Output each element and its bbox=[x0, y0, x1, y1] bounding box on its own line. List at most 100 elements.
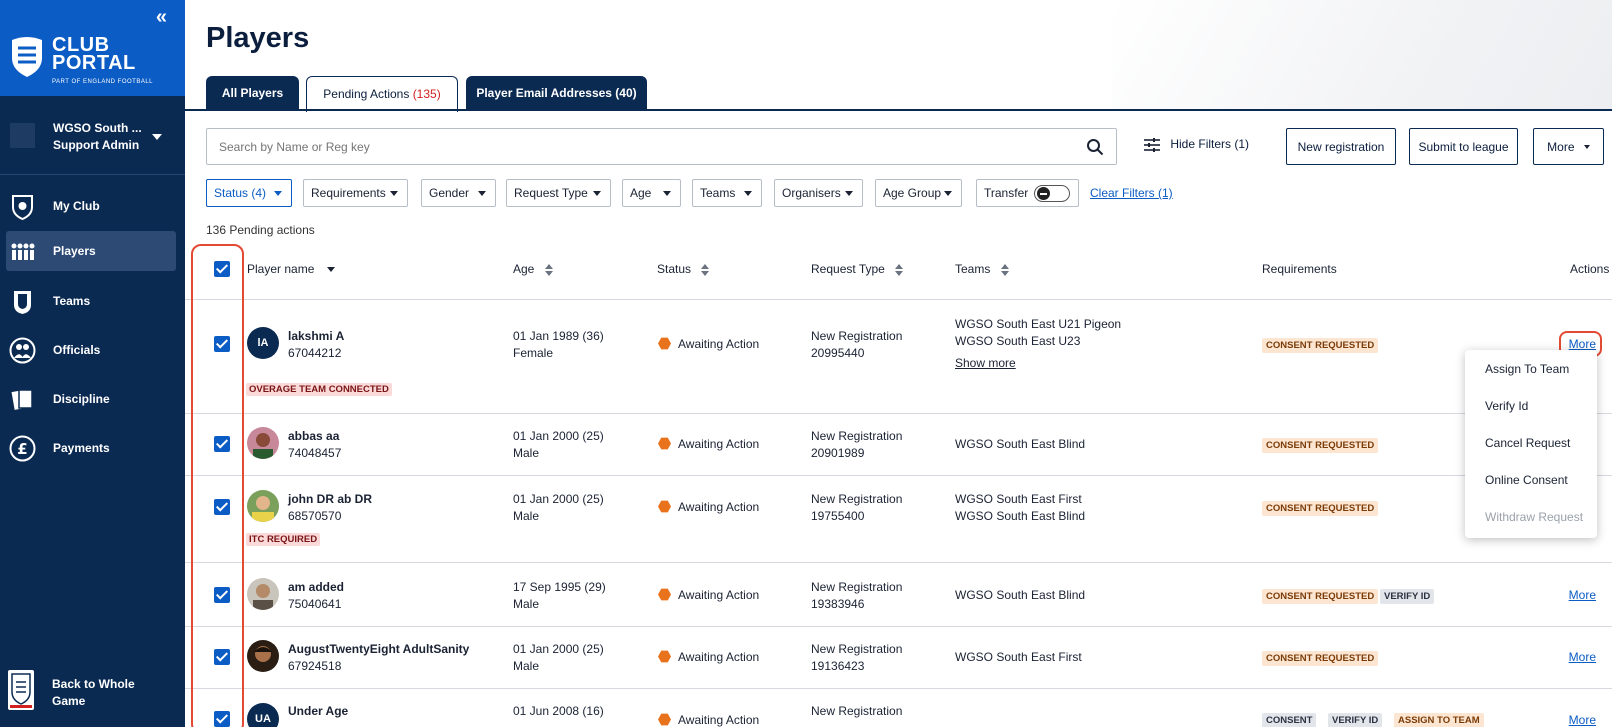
sidebar-item-teams[interactable]: Teams bbox=[6, 281, 176, 321]
menu-item-verify-id[interactable]: Verify Id bbox=[1485, 399, 1528, 413]
consent-requested-badge: CONSENT REQUESTED bbox=[1262, 651, 1379, 666]
filter-request-type[interactable]: Request Type bbox=[506, 179, 611, 207]
player-gender: Male bbox=[513, 509, 540, 523]
filter-gender[interactable]: Gender bbox=[421, 179, 496, 207]
collapse-sidebar-icon[interactable]: « bbox=[156, 6, 167, 29]
new-registration-button[interactable]: New registration bbox=[1286, 128, 1396, 165]
fa-crest-icon bbox=[8, 670, 34, 710]
avatar bbox=[247, 490, 279, 522]
status-text: Awaiting Action bbox=[678, 588, 760, 602]
filter-sliders-icon bbox=[1144, 138, 1160, 152]
sidebar-item-discipline[interactable]: Discipline bbox=[6, 379, 176, 419]
player-dob: 01 Jan 2000 (25) bbox=[513, 492, 604, 506]
status-text: Awaiting Action bbox=[678, 650, 760, 664]
player-id: 75040641 bbox=[288, 597, 342, 611]
column-header-player-name[interactable]: Player name bbox=[247, 262, 335, 276]
org-switcher[interactable]: WGSO South ... Support Admin bbox=[0, 113, 185, 163]
back-to-whole-game-link[interactable]: Back to Whole Game bbox=[0, 666, 185, 721]
chevron-down-icon bbox=[390, 191, 398, 196]
pending-actions-count: 136 Pending actions bbox=[206, 223, 315, 237]
player-dob: 01 Jun 2008 (16) bbox=[513, 704, 604, 718]
player-name[interactable]: am added bbox=[288, 580, 344, 594]
filter-requirements[interactable]: Requirements bbox=[303, 179, 408, 207]
sidebar-item-officials[interactable]: Officials bbox=[6, 330, 176, 370]
row-checkbox[interactable] bbox=[214, 436, 230, 452]
status-hexagon-icon bbox=[658, 337, 671, 350]
player-dob: 01 Jan 2000 (25) bbox=[513, 429, 604, 443]
row-more-link[interactable]: More bbox=[1569, 588, 1596, 602]
column-header-status[interactable]: Status bbox=[657, 262, 710, 276]
request-id: 20901989 bbox=[811, 446, 865, 460]
column-header-teams[interactable]: Teams bbox=[955, 262, 1009, 276]
back-to-whole-game-label: Back to Whole Game bbox=[52, 677, 135, 708]
tab-pending-actions[interactable]: Pending Actions (135) bbox=[306, 76, 458, 112]
sort-icon bbox=[1000, 263, 1009, 276]
filter-status[interactable]: Status (4) bbox=[206, 179, 292, 207]
filter-age-group[interactable]: Age Group bbox=[875, 179, 962, 207]
request-type: New Registration bbox=[811, 704, 903, 718]
clear-filters-link[interactable]: Clear Filters (1) bbox=[1090, 186, 1173, 200]
more-actions-button[interactable]: More bbox=[1533, 128, 1604, 165]
header-background bbox=[1112, 0, 1612, 110]
filter-teams[interactable]: Teams bbox=[692, 179, 762, 207]
row-checkbox[interactable] bbox=[214, 649, 230, 665]
sidebar-item-my-club[interactable]: My Club bbox=[6, 186, 176, 226]
tab-player-email-addresses[interactable]: Player Email Addresses (40) bbox=[466, 76, 647, 110]
select-all-checkbox[interactable] bbox=[214, 261, 230, 277]
org-name: WGSO South ... bbox=[53, 121, 142, 135]
filter-organisers[interactable]: Organisers bbox=[774, 179, 863, 207]
column-header-actions: Actions bbox=[1570, 262, 1610, 276]
row-checkbox[interactable] bbox=[214, 587, 230, 603]
menu-item-assign-to-team[interactable]: Assign To Team bbox=[1485, 362, 1569, 376]
hide-filters-button[interactable]: Hide Filters (1) bbox=[1143, 137, 1249, 153]
filter-status-label: Status (4) bbox=[214, 186, 267, 200]
transfer-toggle[interactable] bbox=[1034, 185, 1070, 202]
assign-to-team-badge: ASSIGN TO TEAM bbox=[1394, 713, 1484, 727]
request-id: 20995440 bbox=[811, 346, 865, 360]
show-more-teams-link[interactable]: Show more bbox=[955, 356, 1016, 370]
player-name[interactable]: Under Age bbox=[288, 704, 348, 718]
sidebar-item-label: My Club bbox=[53, 199, 100, 213]
row-more-link[interactable]: More bbox=[1569, 713, 1596, 727]
menu-item-withdraw-request: Withdraw Request bbox=[1485, 510, 1584, 524]
filter-age-group-label: Age Group bbox=[883, 186, 942, 200]
column-header-request-type[interactable]: Request Type bbox=[811, 262, 904, 276]
status-hexagon-icon bbox=[658, 650, 671, 663]
column-header-label: Age bbox=[513, 262, 535, 276]
sidebar-item-players[interactable]: Players bbox=[6, 231, 176, 271]
sidebar-item-payments[interactable]: £ Payments bbox=[6, 428, 176, 468]
tab-pending-actions-label: Pending Actions bbox=[323, 87, 410, 101]
avatar bbox=[247, 427, 279, 459]
player-name[interactable]: john DR ab DR bbox=[288, 492, 372, 506]
player-dob: 17 Sep 1995 (29) bbox=[513, 580, 606, 594]
search-input[interactable] bbox=[207, 129, 1047, 164]
column-header-label: Status bbox=[657, 262, 692, 276]
nav-divider bbox=[0, 174, 185, 175]
team-name: WGSO South East First bbox=[955, 492, 1082, 506]
row-checkbox[interactable] bbox=[214, 336, 230, 352]
search-icon[interactable] bbox=[1086, 138, 1104, 156]
menu-item-cancel-request[interactable]: Cancel Request bbox=[1485, 436, 1570, 450]
menu-item-online-consent[interactable]: Online Consent bbox=[1485, 473, 1568, 487]
row-more-link[interactable]: More bbox=[1569, 650, 1596, 664]
column-header-label: Teams bbox=[955, 262, 991, 276]
team-name: WGSO South East Blind bbox=[955, 588, 1086, 602]
request-type: New Registration bbox=[811, 642, 903, 656]
row-checkbox[interactable] bbox=[214, 711, 230, 727]
row-checkbox[interactable] bbox=[214, 499, 230, 515]
players-icon bbox=[11, 243, 35, 260]
consent-requested-badge: CONSENT REQUESTED bbox=[1262, 501, 1379, 516]
tab-all-players[interactable]: All Players bbox=[206, 76, 299, 110]
player-dob: 01 Jan 2000 (25) bbox=[513, 642, 604, 656]
chevron-down-icon bbox=[944, 191, 952, 196]
filter-age[interactable]: Age bbox=[622, 179, 681, 207]
column-header-age[interactable]: Age bbox=[513, 262, 553, 276]
player-name[interactable]: AugustTwentyEight AdultSanity bbox=[288, 642, 469, 656]
player-name[interactable]: lakshmi A bbox=[288, 329, 344, 343]
sort-desc-icon bbox=[326, 267, 335, 273]
team-name: WGSO South East Blind bbox=[955, 437, 1086, 451]
submit-to-league-button[interactable]: Submit to league bbox=[1409, 128, 1518, 165]
player-name[interactable]: abbas aa bbox=[288, 429, 339, 443]
row-more-link[interactable]: More bbox=[1569, 337, 1596, 351]
request-type: New Registration bbox=[811, 429, 903, 443]
